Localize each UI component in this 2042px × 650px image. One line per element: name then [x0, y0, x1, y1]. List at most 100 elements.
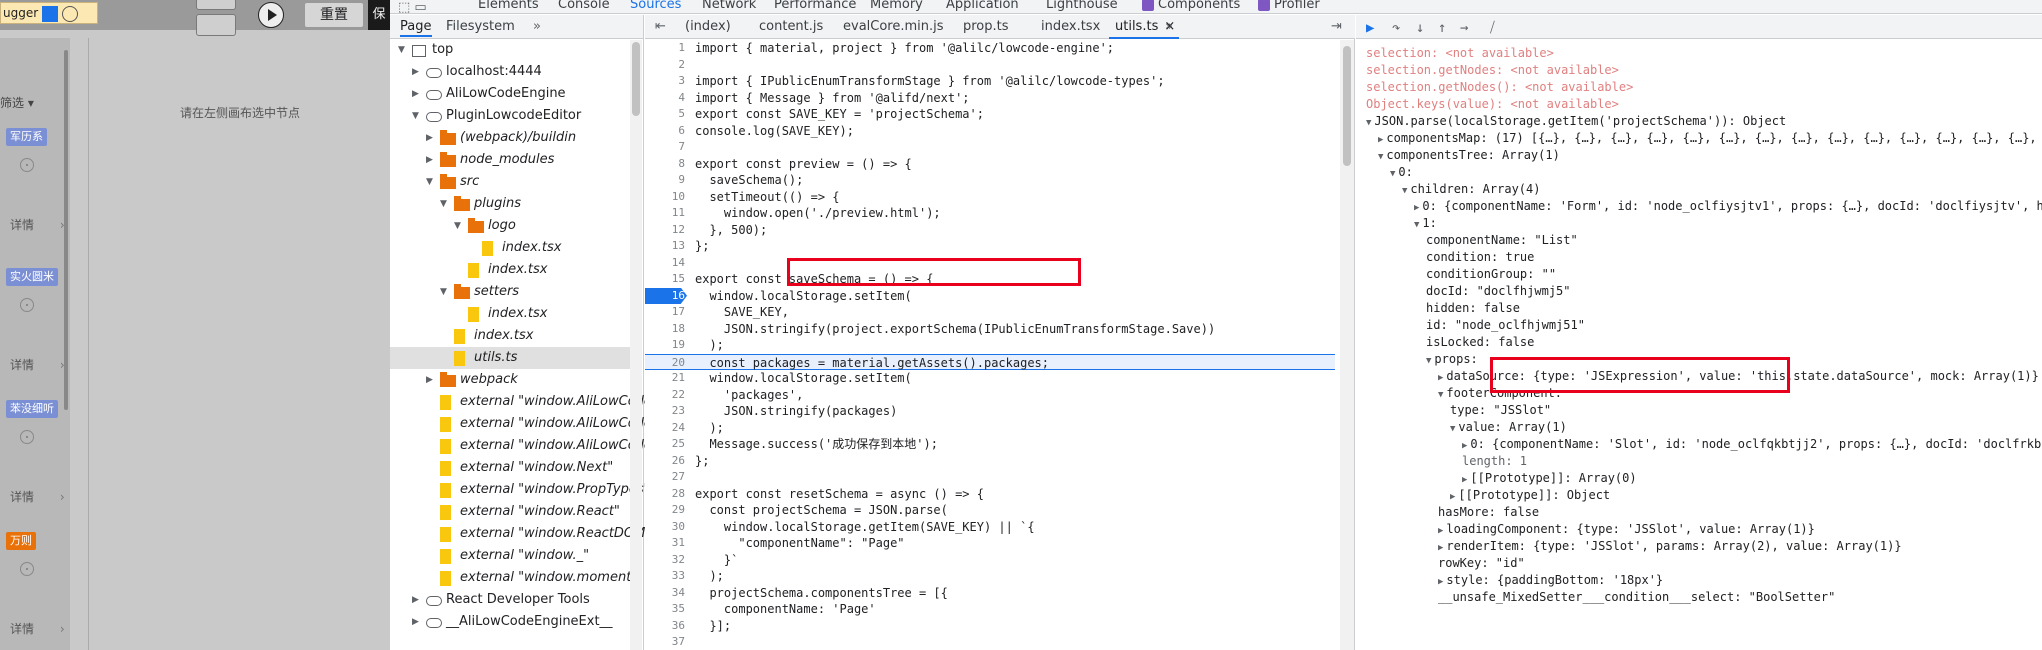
save-button[interactable]: 保 — [368, 0, 390, 30]
expanded-arrow-icon[interactable]: ▼ — [426, 171, 436, 193]
scope-row[interactable]: ▼ props: — [1426, 351, 1478, 368]
tab-memory[interactable]: Memory — [870, 0, 923, 12]
line-number[interactable]: 18 — [645, 321, 685, 338]
tree-item[interactable]: ▶ AliLowCodeEngine — [390, 83, 630, 105]
tab-application[interactable]: Application — [946, 0, 1019, 12]
line-number[interactable]: 10 — [645, 189, 685, 206]
code-line[interactable]: 34 projectSchema.componentsTree = [{ — [645, 585, 1335, 602]
code-line[interactable]: 21 window.localStorage.setItem( — [645, 370, 1335, 387]
component-tag[interactable]: 军历系 — [6, 128, 47, 146]
scope-row[interactable]: ▶ renderItem: {type: 'JSSlot', params: Ar… — [1438, 538, 1902, 555]
details-link[interactable]: 详情 — [10, 356, 65, 373]
tree-item[interactable]: index.tsx — [390, 325, 630, 347]
code-line[interactable]: 30 window.localStorage.getItem(SAVE_KEY)… — [645, 519, 1335, 536]
collapsed-arrow-icon[interactable]: ▶ — [412, 611, 422, 633]
scope-row[interactable]: ▶ 0: {componentName: 'Slot', id: 'node_oc… — [1462, 436, 2041, 453]
line-number[interactable]: 33 — [645, 568, 685, 585]
tree-item[interactable]: external "window.AliLowCodeEngineExt" — [390, 413, 723, 435]
expanded-arrow-icon[interactable]: ▼ — [440, 193, 450, 215]
line-number[interactable]: 11 — [645, 205, 685, 222]
code-line[interactable]: 31 "componentName": "Page" — [645, 535, 1335, 552]
collapsed-arrow-icon[interactable]: ▶ — [412, 83, 422, 105]
tree-item[interactable]: external "window.AliLowCodeEngine" — [390, 435, 702, 457]
tab-page[interactable]: Page — [400, 19, 431, 34]
scope-row[interactable]: ▶ loadingComponent: {type: 'JSSlot', valu… — [1438, 521, 1815, 538]
tab-console[interactable]: Console — [558, 0, 610, 12]
toggle-navigator-icon[interactable]: ⇤ — [655, 19, 666, 34]
line-number[interactable]: 6 — [645, 123, 685, 140]
code-line[interactable]: 13}; — [645, 238, 1335, 255]
tree-item[interactable]: external "window.ReactDOM" — [390, 523, 651, 545]
tree-item[interactable]: external "window._" — [390, 545, 630, 567]
tree-item[interactable]: external "window.PropTypes" — [390, 479, 650, 501]
tab-components[interactable]: Components — [1142, 0, 1240, 12]
line-number[interactable]: 13 — [645, 238, 685, 255]
code-line[interactable]: 16 window.localStorage.setItem( — [645, 287, 1335, 304]
scope-row[interactable]: ▼ children: Array(4) — [1402, 181, 1540, 198]
step-out-icon[interactable]: ↑ — [1438, 20, 1454, 36]
file-tab[interactable]: evalCore.min.js — [843, 19, 944, 34]
tab-filesystem[interactable]: Filesystem — [446, 19, 515, 34]
line-number[interactable]: 27 — [645, 469, 685, 486]
code-line[interactable]: 17 SAVE_KEY, — [645, 304, 1335, 321]
code-line[interactable]: 29 const projectSchema = JSON.parse( — [645, 502, 1335, 519]
code-line[interactable]: 26}; — [645, 453, 1335, 470]
tree-item[interactable]: utils.ts — [390, 347, 630, 369]
info-icon[interactable] — [20, 562, 34, 576]
tree-item[interactable]: index.tsx — [390, 303, 630, 325]
code-line[interactable]: 20 const packages = material.getAssets()… — [645, 353, 1335, 370]
tree-item[interactable]: ▼ setters — [390, 281, 630, 303]
line-number[interactable]: 15 — [645, 271, 685, 288]
info-icon[interactable] — [20, 158, 34, 172]
component-tag[interactable]: 万则 — [6, 532, 36, 550]
redo-button[interactable] — [196, 14, 236, 36]
scope-row[interactable]: ▶ componentsMap: (17) [{…}, {…}, {…}, {…}… — [1378, 130, 2037, 147]
scope-row[interactable]: hidden: false — [1426, 300, 1520, 317]
line-number[interactable]: 34 — [645, 585, 685, 602]
code-line[interactable]: 11 window.open('./preview.html'); — [645, 205, 1335, 222]
collapsed-arrow-icon[interactable]: ▶ — [426, 369, 436, 391]
deactivate-breakpoints-icon[interactable]: ⧸ — [1490, 20, 1506, 36]
line-number[interactable]: 1 — [645, 40, 685, 57]
scope-row[interactable]: selection: <not available> — [1366, 45, 1554, 62]
line-number[interactable]: 30 — [645, 519, 685, 536]
line-number[interactable]: 28 — [645, 486, 685, 503]
preview-play-button[interactable] — [258, 2, 284, 28]
inspect-icon[interactable]: ⬚ ▭ — [398, 0, 427, 13]
step-over-icon[interactable] — [62, 5, 79, 22]
tree-item[interactable]: external "window.Next" — [390, 457, 630, 479]
scope-row[interactable]: componentName: "List" — [1426, 232, 1578, 249]
code-line[interactable]: 8 export const preview = () => { — [645, 156, 1335, 173]
details-link[interactable]: 详情 — [10, 620, 65, 637]
scope-row[interactable]: ▼ 0: — [1390, 164, 1413, 181]
file-tab[interactable]: prop.ts — [963, 19, 1009, 34]
scope-row[interactable]: ▼ componentsTree: Array(1) — [1378, 147, 1560, 164]
tree-item[interactable]: ▶ (webpack)/buildin — [390, 127, 630, 149]
line-number[interactable]: 14 — [645, 255, 685, 272]
details-link[interactable]: 详情 — [10, 216, 65, 233]
source-code[interactable]: 1 import { material, project } from '@ali… — [645, 40, 1355, 650]
filter-label[interactable]: 筛选 ▾ — [0, 94, 34, 111]
tree-item[interactable]: external "window.moment" — [390, 567, 637, 589]
code-line[interactable]: 24 ); — [645, 420, 1335, 437]
scope-row[interactable]: __unsafe_MixedSetter___condition___selec… — [1438, 589, 1835, 606]
code-line[interactable]: 37 — [645, 634, 1335, 650]
code-line[interactable]: 3 import { IPublicEnumTransformStage } fr… — [645, 73, 1335, 90]
scope-row[interactable]: id: "node_oclfhjwmj51" — [1426, 317, 1585, 334]
line-number[interactable]: 8 — [645, 156, 685, 173]
line-number[interactable]: 5 — [645, 106, 685, 123]
line-number[interactable]: 7 — [645, 139, 685, 156]
line-number[interactable]: 35 — [645, 601, 685, 618]
code-line[interactable]: 28 export const resetSchema = async () =>… — [645, 486, 1335, 503]
tree-item[interactable]: ▶ __AliLowCodeEngineExt__ — [390, 611, 630, 633]
resume-icon[interactable] — [42, 5, 59, 22]
line-number[interactable]: 19 — [645, 337, 685, 354]
tree-item[interactable]: external "window.AliLowCodeEngine" — [390, 391, 702, 413]
code-line[interactable]: 25 Message.success('成功保存到本地'); — [645, 436, 1335, 453]
line-number[interactable]: 16 — [645, 287, 687, 304]
collapsed-arrow-icon[interactable]: ▶ — [412, 61, 422, 83]
file-tab[interactable]: (index) — [685, 19, 731, 34]
component-tag[interactable]: 苯没细听 — [6, 400, 58, 418]
tree-item[interactable]: ▶ webpack — [390, 369, 630, 391]
file-tab[interactable]: content.js — [759, 19, 823, 34]
